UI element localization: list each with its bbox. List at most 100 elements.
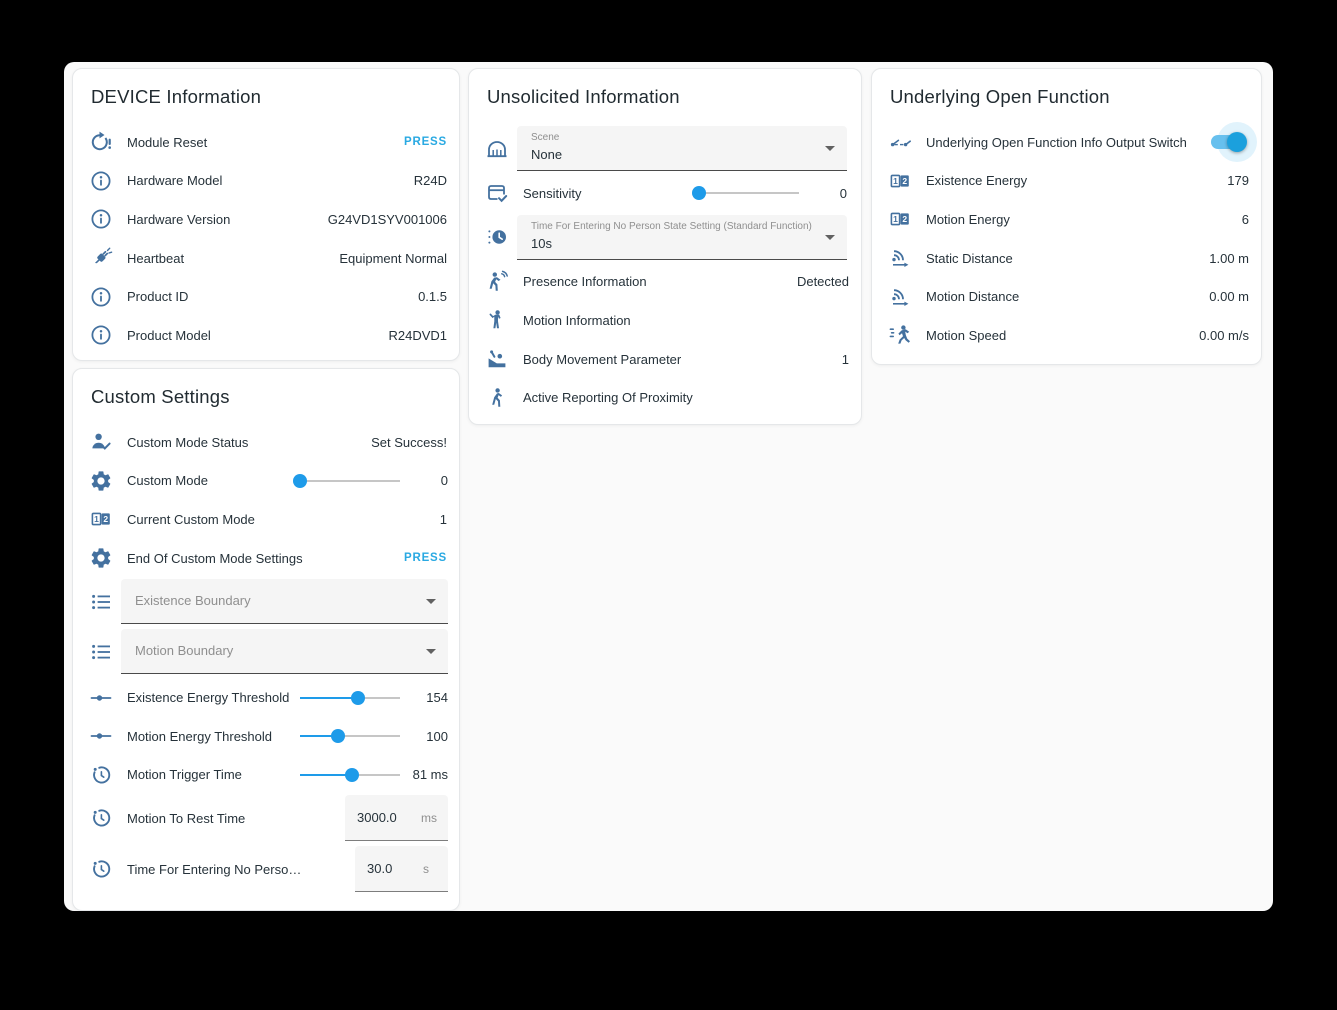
slider-thumb[interactable] <box>331 729 345 743</box>
chevron-down-icon <box>426 599 436 604</box>
row-value: 0.00 m <box>1209 289 1249 304</box>
row-label: Custom Mode Status <box>127 435 371 450</box>
sensitivity-slider[interactable] <box>699 186 799 200</box>
slider-thumb[interactable] <box>345 768 359 782</box>
row-label: Module Reset <box>127 135 404 150</box>
row-label: Active Reporting Of Proximity <box>523 390 849 405</box>
hardware-version-row: Hardware Version G24VD1SYV001006 <box>73 200 459 239</box>
row-label: Sensitivity <box>523 186 699 201</box>
row-value: 6 <box>1242 212 1249 227</box>
underlying-card-title: Underlying Open Function <box>890 85 1243 109</box>
list-icon <box>89 640 113 664</box>
row-label: Motion Distance <box>926 289 1209 304</box>
row-value: 1 <box>440 512 447 527</box>
underlying-open-function-card: Underlying Open Function Underlying Open… <box>871 68 1262 365</box>
presence-information-row: Presence Information Detected <box>469 263 861 302</box>
motion-energy-threshold-row: Motion Energy Threshold 100 <box>73 717 459 756</box>
motion-boundary-row: Motion Boundary <box>73 629 459 674</box>
motion-trigger-time-row: Motion Trigger Time 81 ms <box>73 756 459 795</box>
existence-boundary-select[interactable]: Existence Boundary <box>121 579 448 624</box>
select-label: Scene <box>531 132 817 144</box>
motion-boundary-select[interactable]: Motion Boundary <box>121 629 448 674</box>
row-label: Existence Energy <box>926 173 1227 188</box>
row-label: Motion Information <box>523 313 849 328</box>
custom-mode-row: Custom Mode 0 <box>73 462 459 501</box>
row-label: Product Model <box>127 328 388 343</box>
slider-track[interactable] <box>300 480 400 482</box>
no-person-time-select[interactable]: Time For Entering No Person State Settin… <box>517 215 847 260</box>
row-label: Static Distance <box>926 251 1209 266</box>
row-label: Presence Information <box>523 274 797 289</box>
slider-thumb[interactable] <box>692 186 706 200</box>
row-label: Motion To Rest Time <box>127 811 345 826</box>
active-reporting-row: Active Reporting Of Proximity <box>469 378 861 417</box>
chevron-down-icon <box>825 235 835 240</box>
scene-select[interactable]: Scene None <box>517 126 847 171</box>
row-value: R24D <box>414 173 447 188</box>
row-label: Time For Entering No Perso… <box>127 862 355 877</box>
motion-to-rest-time-input[interactable] <box>357 810 409 825</box>
clock-icon <box>485 225 509 249</box>
row-value: 0.1.5 <box>418 289 447 304</box>
static-distance-row: Static Distance 1.00 m <box>872 239 1261 278</box>
select-label: Existence Boundary <box>135 595 251 607</box>
info-icon <box>89 285 113 309</box>
row-value: 179 <box>1227 173 1249 188</box>
digits-icon <box>89 507 113 531</box>
app-content-area: DEVICE Information Module Reset PRESS Ha… <box>64 62 1273 911</box>
custom-card-title: Custom Settings <box>91 385 441 409</box>
motion-energy-threshold-slider[interactable] <box>300 729 400 743</box>
row-label: Custom Mode <box>127 473 300 488</box>
row-label: End Of Custom Mode Settings <box>127 551 404 566</box>
row-label: Hardware Model <box>127 173 414 188</box>
select-value: None <box>531 147 817 162</box>
motion-trigger-time-slider[interactable] <box>300 768 400 782</box>
motion-person-icon <box>485 308 509 332</box>
no-person-time-input[interactable] <box>367 861 411 876</box>
custom-settings-card: Custom Settings Custom Mode Status Set S… <box>72 368 460 911</box>
threshold-slider-icon <box>89 686 113 710</box>
row-value: Detected <box>797 274 849 289</box>
info-output-switch[interactable] <box>1211 132 1247 152</box>
sensitivity-value: 0 <box>803 186 847 201</box>
heartbeat-row: Heartbeat Equipment Normal <box>73 239 459 278</box>
threshold-value: 81 ms <box>404 767 448 782</box>
row-value: Set Success! <box>371 435 447 450</box>
timer-icon <box>89 806 113 830</box>
digits-icon <box>888 169 912 193</box>
hardware-model-row: Hardware Model R24D <box>73 162 459 201</box>
info-icon <box>89 169 113 193</box>
device-card-title: DEVICE Information <box>91 85 441 109</box>
plug-icon <box>89 246 113 270</box>
end-custom-mode-press-button[interactable]: PRESS <box>404 552 447 564</box>
slider-track[interactable] <box>699 192 799 194</box>
row-label: Motion Trigger Time <box>127 767 300 782</box>
info-icon <box>89 323 113 347</box>
module-reset-press-button[interactable]: PRESS <box>404 136 447 148</box>
info-icon <box>89 207 113 231</box>
motion-to-rest-time-field: ms <box>345 795 448 841</box>
digits-icon <box>888 207 912 231</box>
row-value: 1.00 m <box>1209 251 1249 266</box>
slider-thumb[interactable] <box>351 691 365 705</box>
person-check-icon <box>89 430 113 454</box>
distance-signal-icon <box>888 246 912 270</box>
unit-label: s <box>423 862 429 876</box>
chevron-down-icon <box>825 146 835 151</box>
motion-energy-row: Motion Energy 6 <box>872 200 1261 239</box>
no-person-time-setting-row: Time For Entering No Person State Settin… <box>469 215 861 260</box>
slider-thumb[interactable] <box>293 474 307 488</box>
unsolicited-card-title: Unsolicited Information <box>487 85 843 109</box>
existence-energy-threshold-slider[interactable] <box>300 691 400 705</box>
row-value: 0.00 m/s <box>1199 328 1249 343</box>
threshold-slider-icon <box>89 724 113 748</box>
chevron-down-icon <box>426 649 436 654</box>
custom-mode-slider[interactable] <box>300 474 400 488</box>
gear-icon <box>89 469 113 493</box>
timer-icon <box>89 857 113 881</box>
device-information-card: DEVICE Information Module Reset PRESS Ha… <box>72 68 460 361</box>
product-id-row: Product ID 0.1.5 <box>73 277 459 316</box>
custom-mode-status-row: Custom Mode Status Set Success! <box>73 423 459 462</box>
motion-to-rest-time-row: Motion To Rest Time ms <box>73 795 459 841</box>
row-label: Heartbeat <box>127 251 339 266</box>
